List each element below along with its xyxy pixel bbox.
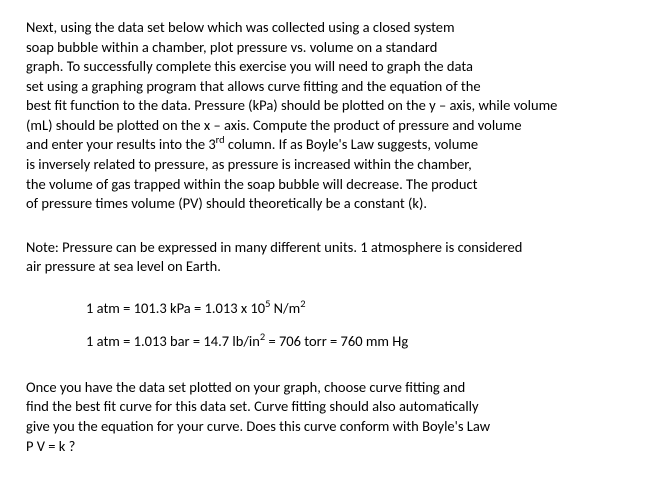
equation-text: N/m [270,299,300,317]
text-line: Note: Pressure can be expressed in many … [26,238,522,256]
text-line: column. If as Boyle's Law suggests, volu… [225,135,478,153]
superscript: 2 [300,297,305,310]
text-line: best fit function to the data. Pressure … [26,96,557,114]
equation-text: 1 atm = 1.013 bar = 14.7 lb/in [86,332,260,350]
equation-atm-kpa: 1 atm = 101.3 kPa = 1.013 x 105 N/m2 [26,299,629,319]
equation-text: = 706 torr = 760 mm Hg [265,332,408,350]
text-line: of pressure times volume (PV) should the… [26,194,427,212]
text-line: set using a graphing program that allows… [26,77,481,95]
equation-text: 1 atm = 101.3 kPa = 1.013 x 10 [86,299,265,317]
text-line: the volume of gas trapped within the soa… [26,175,478,193]
paragraph-instructions: Next, using the data set below which was… [26,18,629,214]
paragraph-curve-fitting: Once you have the data set plotted on yo… [26,378,629,456]
text-line: Once you have the data set plotted on yo… [26,378,465,396]
text-line: Next, using the data set below which was… [26,18,455,36]
text-line: soap bubble within a chamber, plot press… [26,38,437,56]
text-line: and enter your results into the 3 [26,135,216,153]
equation-atm-bar: 1 atm = 1.013 bar = 14.7 lb/in2 = 706 to… [26,332,629,352]
text-line: graph. To successfully complete this exe… [26,57,473,75]
text-line: air pressure at sea level on Earth. [26,257,221,275]
superscript: rd [216,134,225,147]
text-line: P V = k ? [26,437,75,455]
text-line: is inversely related to pressure, as pre… [26,155,472,173]
text-line: (mL) should be plotted on the x – axis. … [26,116,522,134]
text-line: give you the equation for your curve. Do… [26,417,490,435]
text-line: find the best fit curve for this data se… [26,397,479,415]
note-paragraph: Note: Pressure can be expressed in many … [26,238,629,277]
